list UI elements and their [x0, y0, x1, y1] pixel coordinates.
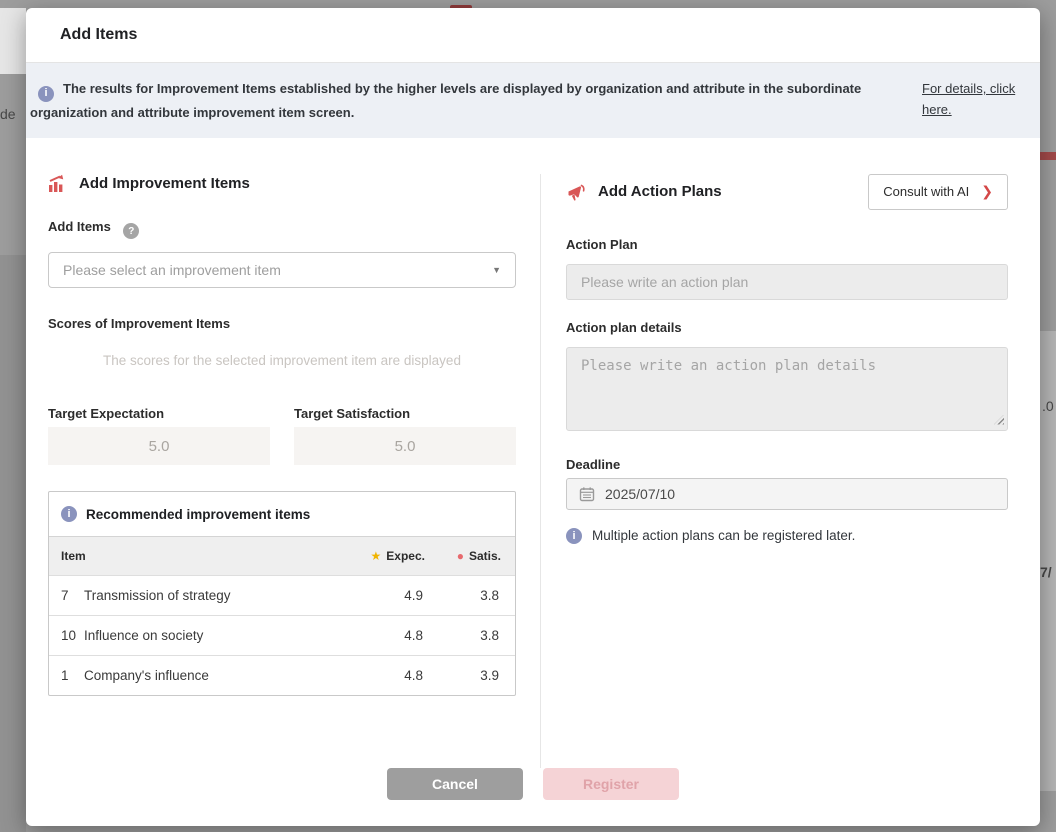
recommended-items-panel: i Recommended improvement items Item ★Ex…	[48, 491, 516, 696]
item-cell: 10Influence on society	[49, 616, 359, 656]
modal-title: Add Items	[60, 26, 137, 44]
backdrop-page-fragment	[0, 255, 26, 832]
expec-cell: 4.8	[359, 616, 439, 656]
add-items-label-row: Add Items ?	[48, 218, 516, 240]
target-scores-row: Target Expectation 5.0 Target Satisfacti…	[48, 406, 516, 465]
expec-cell: 4.9	[359, 576, 439, 616]
cancel-button[interactable]: Cancel	[387, 768, 523, 800]
improvement-items-section: Add Improvement Items Add Items ? Please…	[48, 174, 516, 769]
modal-body: Add Improvement Items Add Items ? Please…	[26, 138, 1040, 769]
target-satisfaction-value: 5.0	[294, 427, 516, 465]
recommended-items-title: Recommended improvement items	[86, 507, 310, 522]
chevron-right-icon: ❯	[981, 183, 993, 200]
dot-icon: ●	[457, 549, 464, 563]
scores-label: Scores of Improvement Items	[48, 316, 516, 331]
section-title: Add Improvement Items	[79, 175, 250, 192]
table-row[interactable]: 1Company's influence 4.8 3.9	[49, 656, 515, 696]
item-cell: 7Transmission of strategy	[49, 576, 359, 616]
table-row[interactable]: 7Transmission of strategy 4.9 3.8	[49, 576, 515, 616]
action-plan-input[interactable]	[566, 264, 1008, 300]
info-banner-message: The results for Improvement Items establ…	[30, 81, 861, 120]
action-plan-details-label: Action plan details	[566, 320, 1008, 335]
action-plans-header: Add Action Plans Consult with AI ❯	[566, 174, 1008, 210]
deadline-label: Deadline	[566, 457, 1008, 472]
improvement-items-header: Add Improvement Items	[48, 174, 516, 193]
details-link[interactable]: For details, click here.	[922, 78, 1024, 120]
column-header-satis: ●Satis.	[439, 537, 515, 576]
target-satisfaction-label: Target Satisfaction	[294, 406, 516, 421]
item-cell: 1Company's influence	[49, 656, 359, 696]
column-divider	[540, 174, 541, 769]
action-plan-details-wrap	[566, 347, 1008, 431]
recommended-items-caption: i Recommended improvement items	[49, 492, 515, 536]
backdrop-page-fragment	[0, 8, 26, 74]
column-header-expec: ★Expec.	[359, 537, 439, 576]
target-satisfaction-field: Target Satisfaction 5.0	[294, 406, 516, 465]
calendar-icon	[579, 486, 595, 502]
satis-cell: 3.8	[439, 576, 515, 616]
table-row[interactable]: 10Influence on society 4.8 3.8	[49, 616, 515, 656]
chevron-down-icon: ▼	[492, 265, 501, 275]
expec-cell: 4.8	[359, 656, 439, 696]
satis-cell: 3.8	[439, 616, 515, 656]
modal-footer: Cancel Register	[26, 768, 1040, 826]
megaphone-icon	[566, 183, 587, 203]
consult-with-ai-button[interactable]: Consult with AI ❯	[868, 174, 1008, 210]
improvement-item-select[interactable]: Please select an improvement item ▼	[48, 252, 516, 288]
table-header-row: Item ★Expec. ●Satis.	[49, 537, 515, 576]
modal-titlebar: Add Items	[26, 8, 1040, 63]
backdrop-page-fragment	[1040, 152, 1056, 160]
deadline-value: 2025/07/10	[605, 486, 675, 502]
info-banner: iThe results for Improvement Items estab…	[26, 63, 1040, 138]
column-header-item: Item	[49, 537, 359, 576]
target-expectation-field: Target Expectation 5.0	[48, 406, 270, 465]
action-plan-label: Action Plan	[566, 237, 1008, 252]
info-icon: i	[61, 506, 77, 522]
growth-chart-icon	[48, 174, 68, 193]
backdrop-text-fragment: 7/	[1040, 564, 1052, 580]
target-expectation-value: 5.0	[48, 427, 270, 465]
register-button[interactable]: Register	[543, 768, 679, 800]
help-icon[interactable]: ?	[123, 223, 139, 239]
add-items-modal: Add Items iThe results for Improvement I…	[26, 8, 1040, 826]
info-icon: i	[566, 528, 582, 544]
add-items-label: Add Items	[48, 219, 111, 234]
select-placeholder: Please select an improvement item	[63, 262, 492, 278]
section-title: Add Action Plans	[598, 183, 722, 200]
multiple-plans-note: i Multiple action plans can be registere…	[566, 528, 1008, 544]
scores-hint: The scores for the selected improvement …	[48, 353, 516, 368]
info-icon: i	[38, 86, 54, 102]
recommended-items-table: Item ★Expec. ●Satis. 7Transmission of st…	[49, 536, 515, 695]
action-plans-section: Add Action Plans Consult with AI ❯ Actio…	[566, 174, 1008, 769]
info-banner-text: iThe results for Improvement Items estab…	[30, 78, 910, 123]
backdrop-text-fragment: .0	[1042, 398, 1054, 414]
satis-cell: 3.9	[439, 656, 515, 696]
action-plan-details-textarea[interactable]	[566, 347, 1008, 431]
deadline-date-input[interactable]: 2025/07/10	[566, 478, 1008, 510]
target-expectation-label: Target Expectation	[48, 406, 270, 421]
star-icon: ★	[371, 549, 382, 563]
backdrop-text-fragment: de	[0, 106, 16, 122]
